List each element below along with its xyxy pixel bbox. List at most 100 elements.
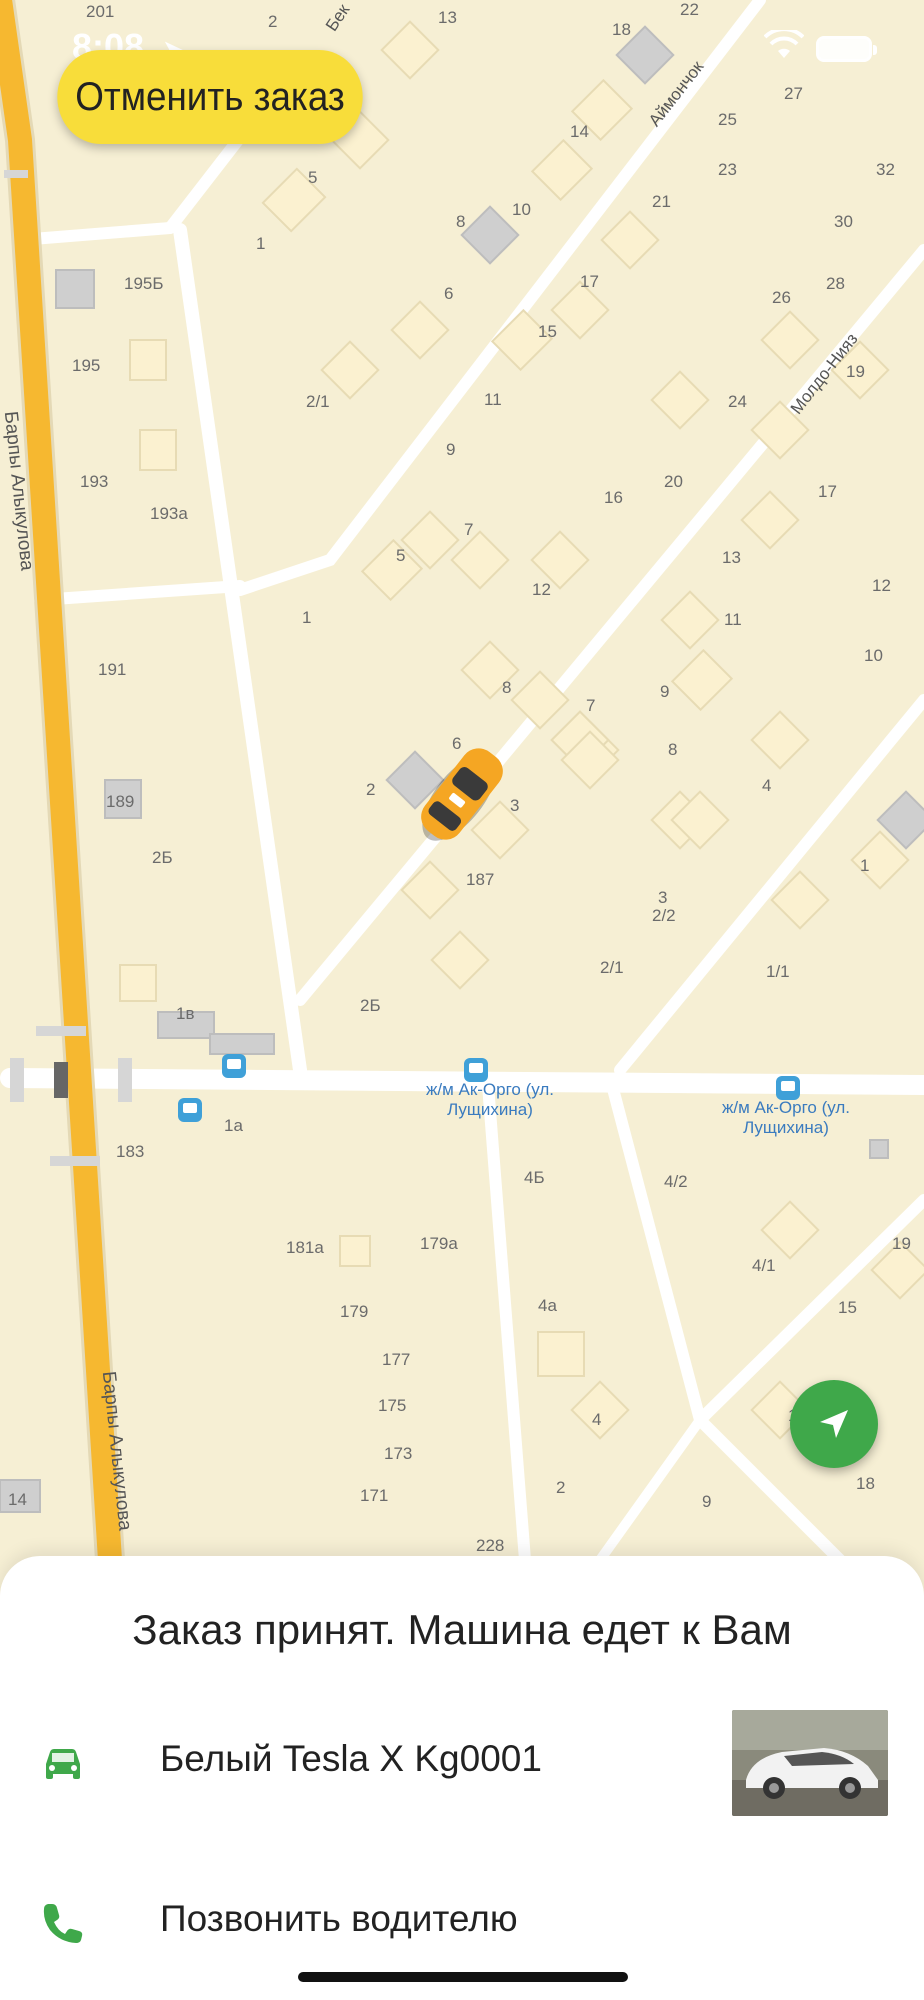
car-photo	[732, 1710, 888, 1816]
house-number-label: 20	[664, 472, 683, 491]
house-number-label: 7	[586, 696, 596, 715]
house-number-label: 4/2	[664, 1172, 688, 1191]
house-number-label: 18	[856, 1474, 875, 1493]
house-number-label: 4	[762, 776, 772, 795]
phone-icon	[43, 1904, 83, 1943]
house-number-label: 4/1	[752, 1256, 776, 1275]
house-number-label: 19	[892, 1234, 911, 1253]
house-number-label: 23	[718, 160, 737, 179]
house-number-label: 14	[570, 122, 589, 141]
cancel-order-button[interactable]: Отменить заказ	[57, 50, 363, 144]
house-number-label: 179а	[420, 1234, 458, 1253]
house-number-label: 11	[724, 610, 742, 629]
road-label: Барпы Алыкулова	[97, 1370, 136, 1532]
house-number-label: 1/1	[766, 962, 790, 981]
house-number-label: 2	[366, 780, 376, 799]
house-number-label: 10	[512, 200, 531, 219]
house-number-label: 25	[718, 110, 737, 129]
house-number-label: 3	[658, 888, 668, 907]
road-label: Барпы Алыкулова	[0, 410, 38, 572]
house-number-label: 4а	[538, 1296, 557, 1315]
house-number-label: 16	[604, 488, 623, 507]
home-indicator[interactable]	[298, 1972, 628, 1982]
house-number-label: 12	[872, 576, 891, 595]
battery-icon	[816, 36, 877, 62]
house-number-label: 8	[502, 678, 512, 697]
house-number-label: 4	[592, 1410, 602, 1429]
house-number-label: 5	[308, 168, 318, 187]
house-number-label: 2Б	[360, 996, 381, 1015]
house-number-label: 9	[446, 440, 456, 459]
house-number-label: 6	[444, 284, 454, 303]
house-number-label: 1в	[176, 1004, 195, 1023]
order-status-sheet: Заказ принят. Машина едет к Вам Белый Te…	[0, 1556, 924, 2000]
order-status-title: Заказ принят. Машина едет к Вам	[132, 1606, 792, 1653]
house-number-label: 12	[532, 580, 551, 599]
house-number-label: 5	[396, 546, 406, 565]
map-labels: Барпы Алыкулова Барпы Алыкулова Аймончок…	[0, 0, 924, 1560]
house-number-label: 8	[456, 212, 466, 231]
house-number-label: 193	[80, 472, 109, 491]
call-driver-row[interactable]: Позвонить водителю	[0, 1876, 924, 1976]
house-number-label: 3	[510, 796, 520, 815]
call-driver-button[interactable]: Позвонить водителю	[160, 1898, 518, 1940]
wifi-icon	[764, 30, 804, 58]
navigation-arrow-icon	[820, 1410, 848, 1438]
house-number-label: 181а	[286, 1238, 324, 1257]
house-number-label: 24	[728, 392, 747, 411]
house-number-label: 183	[116, 1142, 145, 1161]
bus-stop-label: ж/м Ак-Орго (ул. Лущихина)	[400, 1080, 580, 1120]
house-number-label: 17	[818, 482, 837, 501]
bus-stop-line1: ж/м Ак-Орго (ул.	[425, 1080, 555, 1099]
house-number-label: 1а	[224, 1116, 243, 1135]
house-number-label: 228	[476, 1536, 505, 1555]
house-number-label: 195	[72, 356, 101, 375]
house-number-label: 13	[722, 548, 741, 567]
house-number-label: 17	[580, 272, 599, 291]
house-number-label: 187	[466, 870, 495, 889]
house-number-label: 179	[340, 1302, 369, 1321]
house-number-label: 189	[106, 792, 135, 811]
house-number-label: 19	[846, 362, 865, 381]
map-view[interactable]: Барпы Алыкулова Барпы Алыкулова Аймончок…	[0, 0, 924, 1560]
house-number-label: 2/2	[652, 906, 676, 925]
house-number-label: 8	[668, 740, 678, 759]
house-number-label: 21	[652, 192, 671, 211]
house-number-label: 191	[98, 660, 127, 679]
house-number-label: 193а	[150, 504, 188, 523]
house-number-label: 28	[826, 274, 845, 293]
house-number-label: 2/1	[306, 392, 330, 411]
house-number-label: 171	[360, 1486, 389, 1505]
house-number-label: 2Б	[152, 848, 173, 867]
house-number-label: 9	[660, 682, 670, 701]
house-number-label: 1	[256, 234, 266, 253]
car-icon	[46, 1749, 80, 1779]
house-number-label: 2/1	[600, 958, 624, 977]
house-number-label: 195Б	[124, 274, 164, 293]
house-number-label: 32	[876, 160, 895, 179]
house-number-label: 1	[302, 608, 312, 627]
house-number-label: 9	[702, 1492, 712, 1511]
house-number-label: 26	[772, 288, 791, 307]
locate-me-button[interactable]	[790, 1380, 878, 1468]
bus-stop-line2: Лущихина)	[447, 1100, 533, 1119]
house-number-label: 15	[538, 322, 557, 341]
house-number-label: 10	[864, 646, 883, 665]
bus-stop-label: ж/м Ак-Орго (ул. Лущихина)	[696, 1098, 876, 1138]
house-number-label: 175	[378, 1396, 407, 1415]
house-number-label: 4Б	[524, 1168, 545, 1187]
house-number-label: 177	[382, 1350, 411, 1369]
house-number-label: 6	[452, 734, 462, 753]
house-number-label: 11	[484, 390, 502, 409]
house-number-label: 173	[384, 1444, 413, 1463]
house-number-label: 14	[8, 1490, 27, 1509]
bus-stop-line2: Лущихина)	[743, 1118, 829, 1137]
bus-stop-line1: ж/м Ак-Орго (ул.	[721, 1098, 851, 1117]
house-number-label: 1	[860, 856, 870, 875]
house-number-label: 7	[464, 520, 474, 539]
house-number-label: 30	[834, 212, 853, 231]
car-description: Белый Tesla X Kg0001	[160, 1738, 542, 1779]
car-info-row: Белый Tesla X Kg0001	[0, 1710, 924, 1816]
house-number-label: 15	[838, 1298, 857, 1317]
house-number-label: 2	[556, 1478, 566, 1497]
